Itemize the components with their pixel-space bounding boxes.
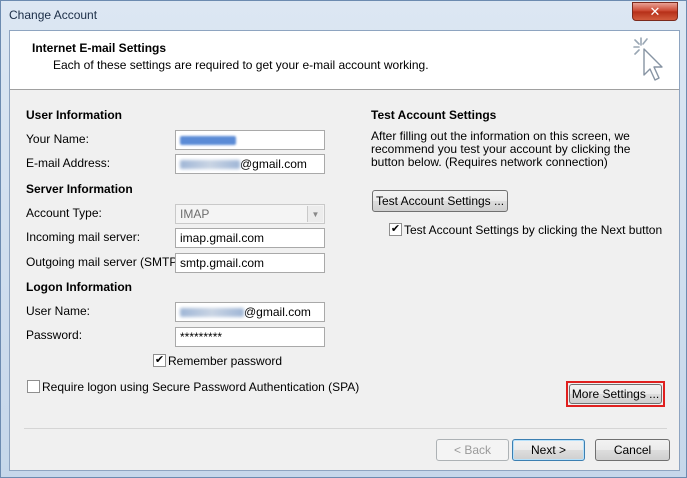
test-on-next-checkbox[interactable]: ✔ [389, 223, 402, 236]
close-button[interactable]: ✕ [632, 2, 678, 21]
outgoing-server-value: smtp.gmail.com [180, 256, 265, 270]
checkmark-icon: ✔ [390, 223, 401, 235]
header-title: Internet E-mail Settings [32, 41, 167, 55]
remember-password-checkbox[interactable]: ✔ [153, 354, 166, 367]
cancel-button[interactable]: Cancel [595, 439, 670, 461]
your-name-redacted [180, 136, 236, 146]
incoming-server-value: imap.gmail.com [180, 231, 265, 245]
account-type-value: IMAP [180, 207, 210, 221]
outgoing-server-field[interactable]: smtp.gmail.com [175, 253, 325, 273]
logon-information-heading: Logon Information [26, 280, 132, 294]
spa-label: Require logon using Secure Password Auth… [42, 380, 360, 394]
password-value: ********* [180, 330, 223, 344]
test-on-next-label: Test Account Settings by clicking the Ne… [404, 223, 663, 237]
more-settings-button[interactable]: More Settings ... [569, 384, 662, 404]
test-account-description: After filling out the information on thi… [371, 129, 631, 169]
test-account-heading: Test Account Settings [371, 108, 497, 122]
account-type-label: Account Type: [26, 206, 102, 220]
user-information-heading: User Information [26, 108, 123, 122]
user-name-suffix: @gmail.com [244, 305, 311, 319]
outgoing-server-label: Outgoing mail server (SMTP): [26, 255, 185, 269]
dialog-client-area: Internet E-mail Settings Each of these s… [9, 30, 680, 471]
test-account-settings-button[interactable]: Test Account Settings ... [372, 190, 508, 212]
account-type-dropdown: IMAP ▼ [175, 204, 325, 224]
user-name-field[interactable]: @gmail.com [175, 302, 325, 322]
change-account-window: Change Account ✕ Internet E-mail Setting… [0, 0, 687, 478]
dialog-header: Internet E-mail Settings Each of these s… [10, 31, 679, 90]
header-subtitle: Each of these settings are required to g… [53, 58, 429, 72]
back-button[interactable]: < Back [436, 439, 509, 461]
user-name-redacted [180, 308, 244, 318]
server-information-heading: Server Information [26, 182, 133, 196]
checkmark-icon: ✔ [154, 354, 165, 366]
cursor-sparkle-icon [633, 37, 663, 81]
footer-divider [24, 428, 667, 429]
email-redacted [180, 160, 240, 170]
email-address-field[interactable]: @gmail.com [175, 154, 325, 174]
email-address-label: E-mail Address: [26, 156, 111, 170]
close-icon: ✕ [649, 3, 661, 19]
spa-checkbox[interactable] [27, 380, 40, 393]
password-field[interactable]: ********* [175, 327, 325, 347]
email-suffix: @gmail.com [240, 157, 307, 171]
next-button[interactable]: Next > [512, 439, 585, 461]
user-name-label: User Name: [26, 304, 91, 318]
incoming-server-label: Incoming mail server: [26, 230, 141, 244]
your-name-field[interactable] [175, 130, 325, 150]
incoming-server-field[interactable]: imap.gmail.com [175, 228, 325, 248]
password-label: Password: [26, 328, 83, 342]
your-name-label: Your Name: [26, 132, 89, 146]
window-title: Change Account [9, 8, 98, 22]
remember-password-label: Remember password [168, 354, 283, 368]
chevron-down-icon: ▼ [307, 206, 323, 222]
